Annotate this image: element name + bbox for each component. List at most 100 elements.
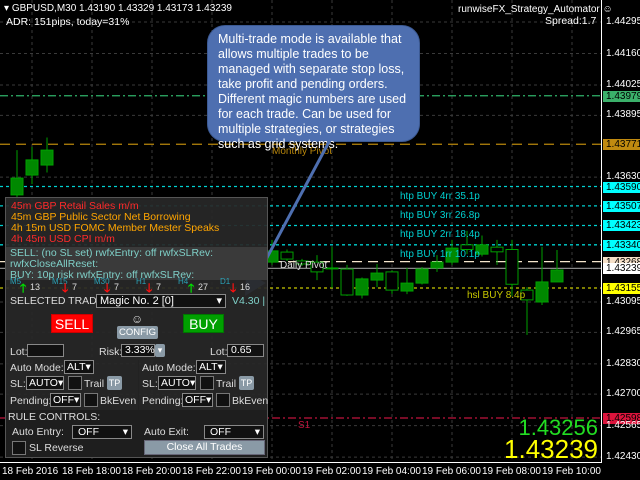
candle-body [505,249,519,285]
buy-auto-mode-label: Auto Mode: [142,362,196,374]
sell-lot-input[interactable] [27,344,64,357]
candle-body [280,251,294,260]
buy-sl-dropdown[interactable]: AUTO▾ [158,376,196,390]
buy-button[interactable]: BUY [183,314,224,333]
auto-exit-value: OFF [210,426,231,438]
version-label: V4.30 | [232,295,266,307]
timeframe-count: 13 [30,282,41,292]
collapse-triangle-icon[interactable]: ▾ [4,3,12,14]
buy-pending-value: OFF [185,394,206,406]
price-level-badge: 1.43507 [603,200,640,212]
risk-dropdown-chevron-icon[interactable]: ▾ [155,344,165,357]
sell-tp-button[interactable]: TP [107,376,122,390]
ea-name: runwiseFX_Strategy_Automator ☺ [458,4,613,15]
adr-text: ADR: 151pips, today=31% [6,16,130,28]
price-axis-label: 1.43095 [606,296,640,307]
close-all-trades-button[interactable]: Close All Trades [144,440,265,455]
auto-entry-value: OFF [78,426,99,438]
risk-input[interactable]: 3.33% [121,344,155,357]
price-level-label: htp BUY 3rr 26.8p [400,209,480,221]
buy-tp-button[interactable]: TP [239,376,254,390]
config-button[interactable]: CONFIG [117,326,158,339]
candle-body [25,159,39,176]
price-level-label: htp BUY 2rr 18.4p [400,229,480,241]
symbol-ohlc: GBPUSD,M30 1.43190 1.43329 1.43173 1.432… [11,3,232,14]
price-level-label: htp BUY 4rr 35.1p [400,190,480,202]
sell-pending-value: OFF [53,394,74,406]
candle-body [550,269,564,283]
sell-auto-mode-dropdown[interactable]: ALT▾ [64,360,94,374]
sell-trail-checkbox[interactable] [68,376,82,390]
sell-sl-dropdown[interactable]: AUTO▾ [26,376,64,390]
sell-sl-label: SL: [10,378,26,390]
timeframe-count: 7 [72,282,78,292]
risk-label: Risk: [99,346,123,358]
sell-lot-label: Lot: [10,346,28,358]
buy-sl-value: AUTO [161,377,190,389]
sl-reverse-label: SL Reverse [29,442,84,454]
sell-pending-label: Pending: [10,395,52,407]
buy-pending-dropdown[interactable]: OFF▾ [182,393,213,407]
timeframe-signal: H1 🡓 7 [136,277,176,295]
rule-controls-heading: RULE CONTROLS: [8,411,101,423]
price-level-label: S1 [298,419,311,431]
chevron-down-icon: ▾ [254,426,260,438]
candle-body [490,246,504,253]
candle-body [355,278,369,296]
buy-lot-input[interactable]: 0.65 [227,344,264,357]
timeframe-count: 7 [156,282,162,292]
sell-bkeven-label: BkEven [100,395,137,407]
smiley-icon: ☺ [602,4,613,15]
callout-tooltip: Multi-trade mode is available that allow… [207,25,420,151]
trade-panel: 45m GBP Retail Sales m/m 45m GBP Public S… [5,197,268,458]
timeframe-signal: D1 🡓 16 [220,277,260,295]
auto-entry-dropdown[interactable]: OFF ▾ [72,425,132,439]
timeframe-label: H4 [178,277,189,286]
price-level-label: hsl BUY 8.4p [467,290,526,301]
time-axis-label: 18 Feb 18:00 [62,466,121,477]
buy-bkeven-checkbox[interactable] [216,393,230,407]
buy-trail-checkbox[interactable] [200,376,214,390]
sell-pending-dropdown[interactable]: OFF▾ [50,393,81,407]
candle-body [400,282,414,292]
time-axis-label: 19 Feb 10:00 [542,466,601,477]
buy-auto-mode-dropdown[interactable]: ALT▾ [196,360,226,374]
selected-trade-label: SELECTED TRADE: [10,295,107,307]
candle-body [430,261,444,269]
price-level-badge: 1.43239 [603,263,640,275]
sell-auto-mode-value: ALT [67,361,86,373]
price-level-label: htp BUY 1rr 10.1p [400,248,480,260]
price-level-badge: 1.43771 [603,139,640,151]
timeframe-count: 16 [240,282,251,292]
time-axis-label: 19 Feb 08:00 [482,466,541,477]
timeframe-signal: M5 🡑 13 [10,277,50,295]
price-level-badge: 1.43590 [603,181,640,193]
trade-status: SELL: (no SL set) rwfxEntry: off rwfxSLR… [6,247,267,281]
auto-exit-dropdown[interactable]: OFF ▾ [204,425,264,439]
time-axis-label: 19 Feb 04:00 [362,466,421,477]
sell-auto-mode-label: Auto Mode: [10,362,64,374]
price-axis-label: 1.44160 [606,47,640,59]
candle-body [340,268,354,296]
sell-button[interactable]: SELL [51,314,93,333]
timeframe-count: 7 [114,282,120,292]
sell-trail-label: Trail [84,378,105,390]
candle-body [535,281,549,303]
price-axis-label: 1.44295 [606,16,640,27]
price-axis-border [601,0,602,462]
candle-body [10,177,24,196]
buy-pending-label: Pending: [142,395,184,407]
sell-bkeven-checkbox[interactable] [84,393,98,407]
ea-name-text: runwiseFX_Strategy_Automator [458,4,600,15]
auto-entry-label: Auto Entry: [12,426,64,438]
timeframe-signal: H4 🡑 27 [178,277,218,295]
timeframe-label: D1 [220,277,231,286]
symbol-info: ▾ GBPUSD,M30 1.43190 1.43329 1.43173 1.4… [4,3,232,14]
sl-reverse-checkbox[interactable] [12,441,26,455]
chevron-down-icon: ▾ [122,426,128,438]
selected-trade-dropdown[interactable]: Magic No. 2 [0] ▾ [96,294,226,308]
price-level-label: Daily Pivot [280,259,328,271]
time-axis-label: 19 Feb 02:00 [302,466,361,477]
price-level-badge: 1.43423 [603,220,640,232]
price-axis-label: 1.44025 [606,79,640,90]
